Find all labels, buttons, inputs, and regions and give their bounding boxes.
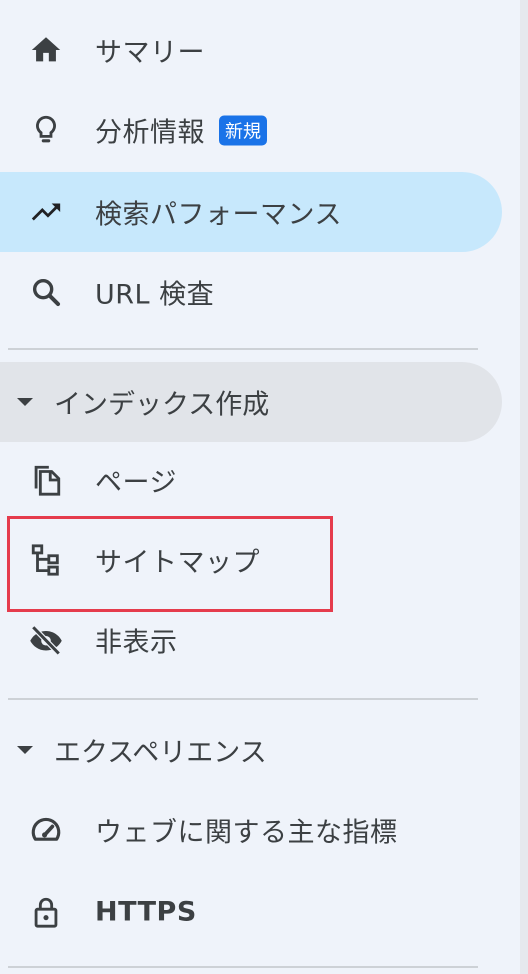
caret-down-icon <box>17 398 33 406</box>
search-icon <box>28 274 64 310</box>
lightbulb-icon <box>28 112 64 148</box>
eye-off-icon <box>28 622 64 658</box>
nav-item-performance-label: 検索パフォーマンス <box>95 199 342 231</box>
nav-item-url-inspection-label: URL 検査 <box>95 279 215 311</box>
nav-item-summary-label: サマリー <box>95 37 205 69</box>
section-indexing-label: インデックス作成 <box>54 389 270 421</box>
nav-item-pages-label: ページ <box>95 467 177 499</box>
caret-down-icon <box>17 746 33 754</box>
divider <box>8 698 478 700</box>
divider <box>8 348 478 350</box>
highlight-annotation <box>7 516 333 612</box>
nav-item-performance[interactable]: 検索パフォーマンス <box>0 172 502 252</box>
nav-item-url-inspection[interactable]: URL 検査 <box>0 252 502 332</box>
nav-item-summary[interactable]: サマリー <box>0 10 502 90</box>
section-header-indexing[interactable]: インデックス作成 <box>0 362 502 442</box>
home-icon <box>28 32 64 68</box>
nav-item-removals-label: 非表示 <box>95 627 178 659</box>
section-header-experience[interactable]: エクスペリエンス <box>0 710 502 790</box>
new-badge: 新規 <box>219 115 267 146</box>
copy-pages-icon <box>28 462 64 498</box>
scrollbar-track[interactable] <box>520 0 528 974</box>
nav-item-https[interactable]: HTTPS <box>0 872 502 952</box>
nav-item-insights[interactable]: 分析情報 新規 <box>0 90 502 170</box>
nav-item-removals[interactable]: 非表示 <box>0 600 502 680</box>
section-experience-label: エクスペリエンス <box>54 737 267 769</box>
speedometer-icon <box>28 812 64 848</box>
nav-item-core-web-vitals[interactable]: ウェブに関する主な指標 <box>0 790 502 870</box>
lock-icon <box>28 894 64 930</box>
nav-item-https-label: HTTPS <box>95 896 197 928</box>
divider <box>8 966 478 968</box>
nav-item-insights-label: 分析情報 新規 <box>95 111 267 150</box>
nav-item-core-web-vitals-label: ウェブに関する主な指標 <box>95 817 398 849</box>
trending-up-icon <box>28 194 64 230</box>
nav-item-pages[interactable]: ページ <box>0 440 502 520</box>
